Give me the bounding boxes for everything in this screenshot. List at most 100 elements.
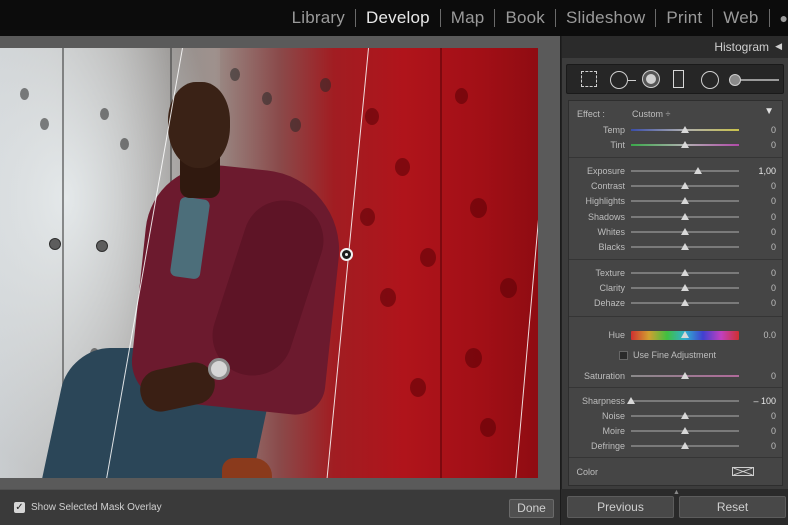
- slider-label: Defringe: [590, 441, 625, 451]
- slider-blacks[interactable]: Blacks 0: [569, 240, 782, 254]
- slider-value[interactable]: 0: [771, 411, 776, 421]
- slider-value[interactable]: 0: [771, 426, 776, 436]
- wall-hole: [480, 418, 496, 437]
- module-print[interactable]: Print: [656, 8, 712, 28]
- slider-handle[interactable]: [681, 269, 689, 276]
- slider-handle[interactable]: [681, 141, 689, 148]
- slider-handle[interactable]: [681, 427, 689, 434]
- photo-canvas[interactable]: [0, 36, 560, 489]
- slider-dehaze[interactable]: Dehaze 0: [569, 296, 782, 310]
- subject-head: [168, 82, 230, 168]
- slider-shadows[interactable]: Shadows 0: [569, 210, 782, 224]
- slider-track[interactable]: [631, 170, 739, 172]
- slider-value[interactable]: 0: [771, 283, 776, 293]
- slider-value[interactable]: – 100: [753, 396, 776, 406]
- module-develop[interactable]: Develop: [356, 8, 440, 28]
- slider-label: Tint: [610, 140, 625, 150]
- slider-moire[interactable]: Moire 0: [569, 424, 782, 438]
- slider-tint[interactable]: Tint 0: [569, 138, 782, 152]
- account-icon[interactable]: ●: [770, 10, 788, 26]
- slider-value[interactable]: 1,00: [758, 166, 776, 176]
- filter-guide-line[interactable]: [514, 48, 538, 478]
- slider-handle[interactable]: [681, 213, 689, 220]
- done-button[interactable]: Done: [509, 499, 554, 518]
- previous-button[interactable]: Previous: [567, 496, 674, 518]
- slider-label: Noise: [601, 411, 625, 421]
- slider-defringe[interactable]: Defringe 0: [569, 439, 782, 453]
- slider-temp[interactable]: Temp 0: [569, 123, 782, 137]
- slider-value[interactable]: 0: [771, 140, 776, 150]
- slider-value[interactable]: 0: [771, 268, 776, 278]
- slider-value[interactable]: 0.0: [763, 330, 776, 340]
- slider-contrast[interactable]: Contrast 0: [569, 179, 782, 193]
- slider-handle[interactable]: [627, 397, 635, 404]
- wall-hole: [465, 348, 482, 368]
- slider-label: Sharpness: [581, 396, 625, 406]
- radial-filter-icon[interactable]: [701, 71, 719, 89]
- effect-preset-select[interactable]: Custom ÷: [632, 109, 670, 119]
- slider-label: Shadows: [587, 212, 625, 222]
- adjustment-brush-icon[interactable]: [729, 74, 779, 86]
- slider-value[interactable]: 0: [771, 242, 776, 252]
- slider-handle[interactable]: [681, 228, 689, 235]
- slider-handle[interactable]: [681, 197, 689, 204]
- slider-handle[interactable]: [681, 372, 689, 379]
- slider-highlights[interactable]: Highlights 0: [569, 194, 782, 208]
- slider-handle[interactable]: [681, 126, 689, 133]
- histogram-header[interactable]: Histogram ◀: [562, 36, 788, 58]
- slider-handle[interactable]: [681, 182, 689, 189]
- reset-button[interactable]: Reset: [679, 496, 786, 518]
- module-book[interactable]: Book: [495, 8, 555, 28]
- slider-noise[interactable]: Noise 0: [569, 409, 782, 423]
- mask-adjustments-panel: Effect : Custom ÷ ▼ Temp 0 Tint 0 Exposu…: [568, 100, 783, 486]
- slider-handle[interactable]: [681, 243, 689, 250]
- slider-value[interactable]: 0: [771, 371, 776, 381]
- fine-adjustment-checkbox[interactable]: [619, 351, 628, 360]
- slider-value[interactable]: 0: [771, 227, 776, 237]
- slider-handle[interactable]: [681, 284, 689, 291]
- module-slideshow[interactable]: Slideshow: [556, 8, 655, 28]
- subject-watch: [208, 358, 230, 380]
- collapse-triangle-icon[interactable]: ◀: [775, 41, 782, 52]
- slider-sharpness[interactable]: Sharpness – 100: [569, 394, 782, 408]
- slider-label: Highlights: [585, 196, 625, 206]
- slider-exposure[interactable]: Exposure 1,00: [569, 164, 782, 178]
- slider-hue[interactable]: Hue 0.0: [569, 328, 782, 342]
- slider-handle[interactable]: [681, 442, 689, 449]
- slider-value[interactable]: 0: [771, 212, 776, 222]
- slider-value[interactable]: 0: [771, 181, 776, 191]
- mask-overlay-checkbox[interactable]: ✓: [14, 502, 25, 513]
- color-swatch[interactable]: [732, 467, 754, 476]
- spot-removal-icon[interactable]: [610, 71, 636, 89]
- slider-handle[interactable]: [681, 331, 689, 338]
- slider-whites[interactable]: Whites 0: [569, 225, 782, 239]
- fine-adjustment-label[interactable]: Use Fine Adjustment: [633, 350, 716, 360]
- slider-handle[interactable]: [681, 299, 689, 306]
- slider-saturation[interactable]: Saturation 0: [569, 369, 782, 383]
- slider-value[interactable]: 0: [771, 196, 776, 206]
- graduated-filter-icon[interactable]: [673, 70, 684, 88]
- mask-overlay-label[interactable]: Show Selected Mask Overlay: [31, 502, 162, 513]
- slider-track[interactable]: [631, 400, 739, 402]
- slider-label: Saturation: [583, 371, 625, 381]
- slider-value[interactable]: 0: [771, 441, 776, 451]
- slider-texture[interactable]: Texture 0: [569, 266, 782, 280]
- slider-label: Blacks: [598, 242, 625, 252]
- module-library[interactable]: Library: [282, 8, 355, 28]
- photo-preview[interactable]: [0, 48, 538, 478]
- slider-value[interactable]: 0: [771, 125, 776, 135]
- red-eye-icon[interactable]: [643, 71, 659, 87]
- filter-pin[interactable]: [340, 248, 353, 261]
- module-map[interactable]: Map: [441, 8, 495, 28]
- slider-handle[interactable]: [681, 412, 689, 419]
- slider-handle[interactable]: [693, 167, 702, 174]
- slider-value[interactable]: 0: [771, 298, 776, 308]
- wall-hole: [420, 248, 436, 267]
- crop-overlay-icon[interactable]: [581, 71, 597, 87]
- color-label: Color: [576, 467, 598, 477]
- panel-collapse-triangle-icon[interactable]: ▼: [764, 106, 774, 117]
- color-row: Color: [569, 465, 782, 479]
- wall-hole: [262, 92, 272, 105]
- slider-clarity[interactable]: Clarity 0: [569, 281, 782, 295]
- module-web[interactable]: Web: [713, 8, 768, 28]
